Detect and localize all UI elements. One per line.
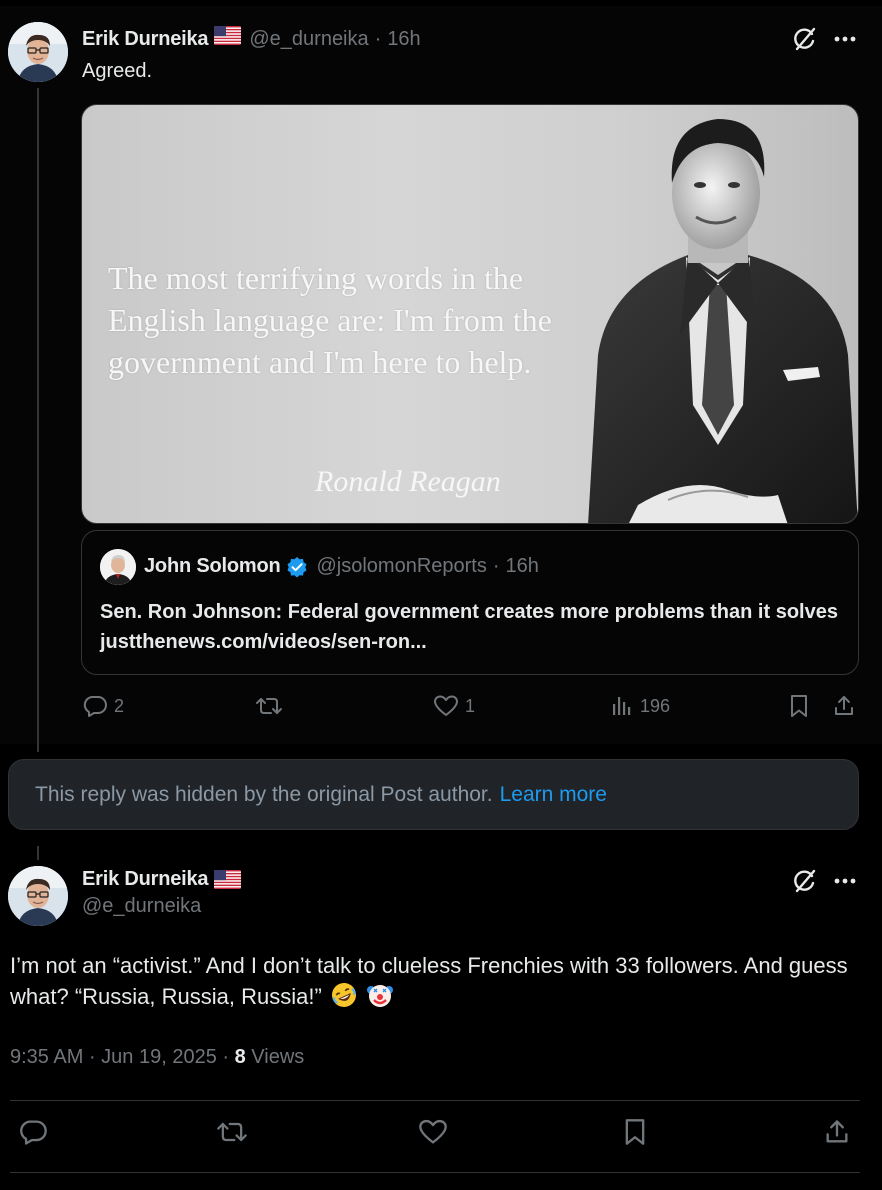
repost-button[interactable]	[255, 694, 283, 718]
reply-icon	[20, 1120, 47, 1145]
reply-button[interactable]	[18, 1118, 48, 1146]
views-count: 196	[640, 695, 671, 716]
post-actions: 2 1 196	[82, 694, 862, 726]
separator-dot: ·	[222, 1046, 235, 1068]
quoted-avatar[interactable]	[100, 549, 136, 585]
post-actions	[0, 1118, 882, 1158]
like-button[interactable]	[418, 1118, 448, 1146]
post-text: Agreed.	[82, 60, 153, 82]
share-button[interactable]	[822, 1118, 852, 1146]
post-image[interactable]: The most terrifying words in the English…	[81, 104, 859, 524]
share-icon	[826, 1120, 848, 1143]
hidden-reply-notice: This reply was hidden by the original Po…	[8, 759, 859, 830]
bookmark-icon	[791, 695, 807, 717]
learn-more-link[interactable]: Learn more	[500, 783, 607, 807]
quoted-header: John Solomon @jsolomonReports · 16h	[144, 555, 539, 578]
like-button[interactable]: 1	[433, 694, 475, 718]
bookmark-button[interactable]	[788, 694, 810, 718]
quoted-author-name[interactable]: John Solomon	[144, 555, 281, 578]
post-time[interactable]: 16h	[387, 28, 420, 51]
share-button[interactable]	[832, 694, 856, 718]
post-time[interactable]: 9:35 AM	[10, 1046, 83, 1068]
author-handle[interactable]: @e_durneika	[249, 28, 368, 51]
portrait-image	[588, 119, 858, 523]
reply-icon	[83, 696, 107, 717]
quoted-time[interactable]: 16h	[506, 555, 539, 578]
separator-dot: ·	[492, 555, 500, 577]
author-name[interactable]: Erik Durneika	[82, 28, 209, 51]
views-label: Views	[251, 1046, 305, 1068]
quoted-post[interactable]: John Solomon @jsolomonReports · 16h Sen.…	[81, 530, 859, 675]
author-handle[interactable]: @e_durneika	[82, 895, 241, 918]
thread-connector	[37, 846, 39, 860]
separator-dot: ·	[374, 28, 382, 50]
like-icon	[434, 695, 458, 716]
image-quote-text: The most terrifying words in the English…	[108, 260, 552, 380]
post-date[interactable]: Jun 19, 2025	[101, 1046, 217, 1068]
views-button[interactable]: 196	[610, 694, 670, 718]
views-icon	[613, 697, 631, 715]
us-flag-icon	[214, 26, 242, 45]
post-header: Erik Durneika @e_durneika · 16h	[82, 26, 421, 51]
clown-emoji-icon	[366, 981, 394, 1009]
avatar[interactable]	[8, 866, 68, 926]
quoted-handle[interactable]: @jsolomonReports	[316, 555, 486, 578]
thread-connector	[37, 88, 39, 752]
bookmark-icon	[625, 1119, 645, 1145]
views-count: 8	[234, 1046, 246, 1068]
post-meta: 9:35 AM · Jun 19, 2025 · 8 Views	[10, 1046, 304, 1069]
more-icon[interactable]	[830, 24, 860, 54]
avatar[interactable]	[8, 22, 68, 82]
post-text: I’m not an “activist.” And I don’t talk …	[10, 950, 850, 1012]
reply-button[interactable]: 2	[82, 694, 124, 718]
grok-icon[interactable]	[790, 24, 820, 54]
quoted-text: Sen. Ron Johnson: Federal government cre…	[100, 601, 838, 653]
repost-icon	[217, 1122, 247, 1142]
repost-button[interactable]	[216, 1118, 248, 1146]
like-count: 1	[465, 695, 476, 716]
divider	[10, 1172, 860, 1173]
repost-icon	[256, 698, 282, 714]
separator-dot: ·	[88, 1046, 102, 1068]
post-header: Erik Durneika @e_durneika	[82, 868, 242, 918]
author-name[interactable]: Erik Durneika	[82, 868, 209, 891]
us-flag-icon	[214, 870, 242, 889]
grok-icon[interactable]	[790, 866, 820, 896]
rofl-emoji-icon	[330, 981, 358, 1009]
verified-icon	[286, 556, 308, 578]
hidden-reply-text: This reply was hidden by the original Po…	[35, 782, 493, 806]
more-icon[interactable]	[830, 866, 860, 896]
reply-count: 2	[114, 695, 125, 716]
image-quote-author: Ronald Reagan	[315, 465, 501, 498]
like-icon	[419, 1119, 447, 1144]
divider	[10, 1100, 860, 1101]
bookmark-button[interactable]	[622, 1118, 648, 1146]
share-icon	[835, 696, 853, 715]
post-text-body: I’m not an “activist.” And I don’t talk …	[10, 953, 848, 1009]
